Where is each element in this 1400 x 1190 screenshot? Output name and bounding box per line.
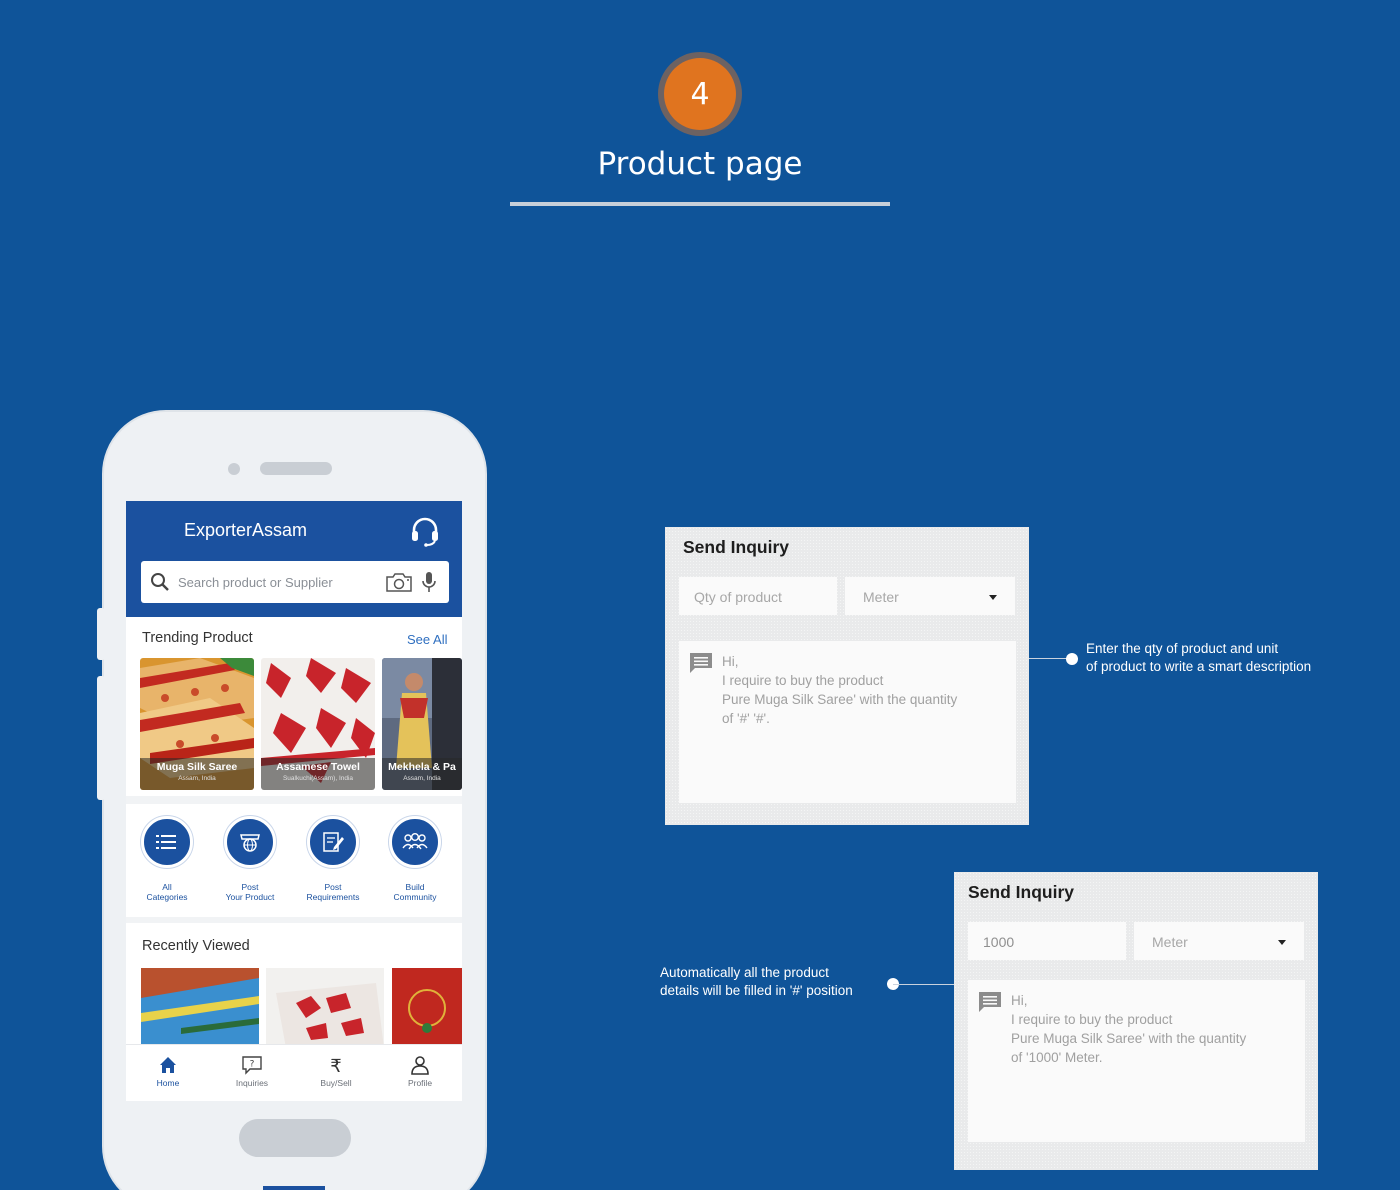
- nav-profile[interactable]: Profile: [378, 1055, 462, 1088]
- action-post-requirements[interactable]: Post Requirements: [292, 816, 374, 902]
- question-chat-icon: ?: [242, 1056, 262, 1075]
- app-header: ExporterAssam Search product or Supplier: [126, 501, 462, 617]
- recent-product-card[interactable]: [392, 968, 462, 1048]
- product-name: Muga Silk Saree: [156, 761, 238, 773]
- unit-select-value: Meter: [863, 589, 899, 605]
- action-label: All Categories: [146, 882, 188, 902]
- qty-input[interactable]: Qty of product: [679, 577, 837, 615]
- send-inquiry-panel-filled: Send Inquiry 1000 Meter Hi, I require to…: [954, 872, 1318, 1170]
- phone-speaker: [260, 462, 332, 475]
- recent-product-image: [266, 968, 384, 1048]
- action-label: Build Community: [393, 882, 437, 902]
- list-icon: [141, 816, 193, 868]
- action-label: Post Your Product: [225, 882, 275, 902]
- recent-product-image: [141, 968, 259, 1048]
- edit-document-icon: [307, 816, 359, 868]
- send-inquiry-panel-empty: Send Inquiry Qty of product Meter Hi, I …: [665, 527, 1029, 825]
- unit-select-value: Meter: [1152, 934, 1188, 950]
- callout-connector: [893, 984, 954, 985]
- nav-home[interactable]: Home: [126, 1055, 210, 1088]
- product-card[interactable]: Muga Silk Saree Assam, India: [140, 658, 254, 790]
- nav-label: Profile: [407, 1078, 433, 1088]
- phone-volume-button: [97, 608, 105, 660]
- shop-globe-icon: [224, 816, 276, 868]
- qty-input[interactable]: 1000: [968, 922, 1126, 960]
- message-icon: [690, 653, 712, 673]
- recent-product-image: [392, 968, 462, 1048]
- message-text: Hi, I require to buy the product Pure Mu…: [1011, 993, 1247, 1065]
- svg-text:?: ?: [250, 1060, 255, 1070]
- phone-home-button[interactable]: [239, 1119, 351, 1157]
- action-label: Post Requirements: [306, 882, 360, 902]
- message-icon: [979, 992, 1001, 1012]
- product-caption: Assamese Towel Sualkuchi(Assam), India: [261, 758, 375, 790]
- page-title: Product page: [597, 146, 803, 182]
- see-all-link[interactable]: See All: [407, 632, 447, 647]
- product-location: Sualkuchi(Assam), India: [282, 775, 354, 782]
- svg-text:₹: ₹: [330, 1056, 341, 1075]
- phone-front-camera: [228, 463, 240, 475]
- recent-product-card[interactable]: [141, 968, 259, 1048]
- product-name: Assamese Towel: [276, 761, 360, 773]
- search-icon: [151, 573, 169, 591]
- dropdown-arrow-icon: [1278, 940, 1286, 945]
- nav-label: Home: [156, 1078, 180, 1088]
- product-location: Assam, India: [403, 775, 441, 782]
- inquiry-title: Send Inquiry: [683, 537, 789, 557]
- callout-text: Enter the qty of product and unit of pro…: [1086, 641, 1312, 674]
- phone-side-button: [97, 676, 105, 800]
- bottom-navigation: Home ? Inquiries ₹ Buy/Sell Profile: [126, 1044, 462, 1101]
- unit-select[interactable]: Meter: [845, 577, 1015, 615]
- trending-title: Trending Product: [142, 630, 253, 646]
- search-input[interactable]: Search product or Supplier: [178, 575, 333, 590]
- product-card[interactable]: Assamese Towel Sualkuchi(Assam), India: [261, 658, 375, 790]
- nav-label: Buy/Sell: [320, 1078, 352, 1088]
- person-icon: [411, 1056, 429, 1075]
- product-location: Assam, India: [178, 775, 216, 782]
- action-all-categories[interactable]: All Categories: [126, 816, 208, 902]
- step-number-badge: 4: [664, 58, 736, 130]
- callout-connector: [1029, 658, 1071, 659]
- nav-inquiries[interactable]: ? Inquiries: [210, 1055, 294, 1088]
- home-icon: [160, 1057, 176, 1073]
- callout-dot: [1066, 653, 1078, 665]
- app-screen: ExporterAssam Search product or Supplier: [126, 501, 462, 1101]
- app-title: ExporterAssam: [184, 520, 308, 540]
- headset-support-icon[interactable]: [409, 515, 441, 547]
- dropdown-arrow-icon: [989, 595, 997, 600]
- nav-label: Inquiries: [235, 1078, 269, 1088]
- unit-select[interactable]: Meter: [1134, 922, 1304, 960]
- product-card[interactable]: Mekhela & Pa Assam, India: [382, 658, 462, 790]
- callout-text: Automatically all the product details wi…: [660, 965, 853, 998]
- recently-viewed-title: Recently Viewed: [142, 938, 250, 954]
- nav-buy-sell[interactable]: ₹ Buy/Sell: [294, 1055, 378, 1088]
- group-icon: [389, 816, 441, 868]
- inquiry-title: Send Inquiry: [968, 882, 1074, 902]
- recent-product-card[interactable]: [266, 968, 384, 1048]
- rupee-icon: ₹: [330, 1056, 341, 1075]
- action-build-community[interactable]: Build Community: [374, 816, 456, 902]
- microphone-icon[interactable]: [422, 571, 436, 593]
- message-textarea[interactable]: Hi, I require to buy the product Pure Mu…: [968, 980, 1305, 1142]
- action-post-product[interactable]: Post Your Product: [209, 816, 291, 902]
- product-caption: Muga Silk Saree Assam, India: [140, 758, 254, 790]
- product-caption: Mekhela & Pa Assam, India: [382, 758, 462, 790]
- message-text: Hi, I require to buy the product Pure Mu…: [722, 654, 958, 726]
- phone-bottom-edge: [263, 1186, 325, 1190]
- camera-icon[interactable]: [385, 571, 413, 593]
- quick-actions: All Categories Post Your Product Post Re…: [126, 804, 462, 917]
- message-textarea[interactable]: Hi, I require to buy the product Pure Mu…: [679, 641, 1016, 803]
- product-name: Mekhela & Pa: [388, 761, 456, 773]
- search-bar[interactable]: Search product or Supplier: [141, 561, 449, 603]
- title-underline: [510, 202, 890, 206]
